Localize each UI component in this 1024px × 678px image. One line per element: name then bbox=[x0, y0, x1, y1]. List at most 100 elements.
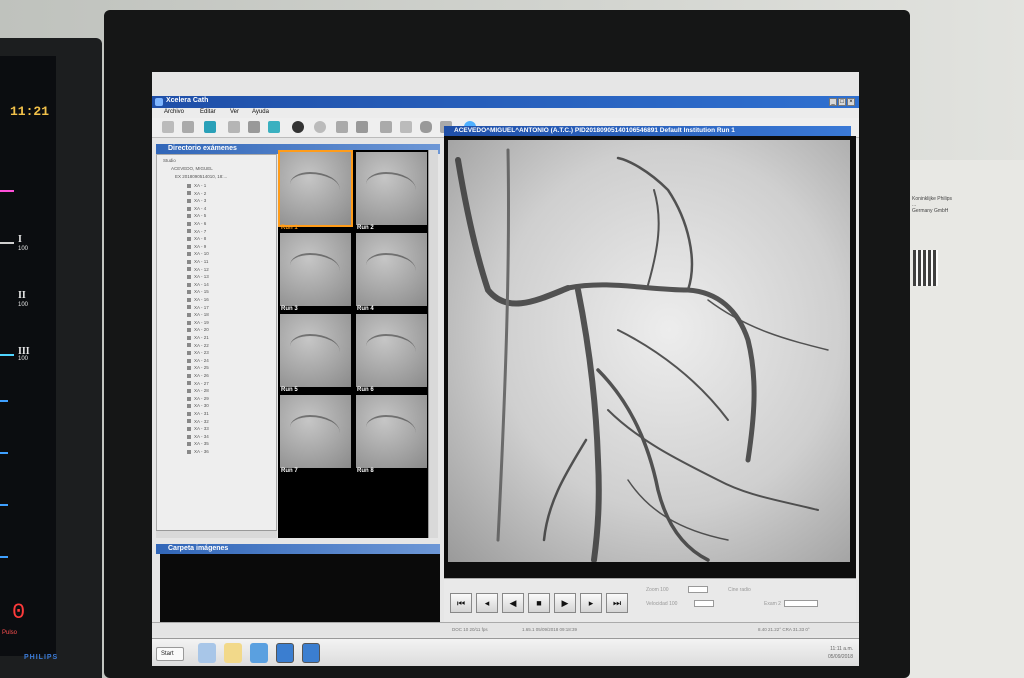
last-frame-button[interactable]: ⏭ bbox=[606, 593, 628, 613]
tree-series-item[interactable]: XA - 22 bbox=[187, 343, 209, 348]
tree-series-item[interactable]: XA - 10 bbox=[187, 251, 209, 256]
tree-series-item[interactable]: XA - 36 bbox=[187, 449, 209, 454]
save-icon[interactable] bbox=[182, 121, 194, 133]
roi-icon[interactable] bbox=[420, 121, 432, 133]
tree-series-item[interactable]: XA - 4 bbox=[187, 206, 206, 211]
run-thumbnail[interactable] bbox=[356, 395, 427, 468]
run-thumbnails: Run 1 Run 2 Run 3 Run 4 Run 5 Run 6 Run 7 Run 8 bbox=[278, 150, 432, 538]
print-icon[interactable] bbox=[248, 121, 260, 133]
maximize-icon[interactable]: □ bbox=[838, 98, 846, 106]
tree-series-item[interactable]: XA - 24 bbox=[187, 358, 209, 363]
play-button[interactable]: ▶ bbox=[554, 593, 576, 613]
tree-patient[interactable]: ACEVEDO, MIGUEL bbox=[171, 166, 213, 171]
zoom-slider[interactable] bbox=[688, 586, 708, 593]
menu-ayuda[interactable]: Ayuda bbox=[252, 109, 269, 115]
tree-series-item[interactable]: XA - 23 bbox=[187, 350, 209, 355]
status-left: DOC 10 20/11 fps bbox=[452, 627, 488, 632]
tree-series-item[interactable]: XA - 20 bbox=[187, 327, 209, 332]
thumbnail-scrollbar[interactable] bbox=[428, 150, 438, 538]
measure-icon[interactable] bbox=[356, 121, 368, 133]
play-reverse-button[interactable]: ◀ bbox=[502, 593, 524, 613]
speed-slider[interactable] bbox=[694, 600, 714, 607]
tree-series-item[interactable]: XA - 17 bbox=[187, 305, 209, 310]
run-thumbnail[interactable] bbox=[280, 233, 351, 306]
tree-series-item[interactable]: XA - 9 bbox=[187, 244, 206, 249]
tree-series-item[interactable]: XA - 33 bbox=[187, 426, 209, 431]
tree-series-item[interactable]: XA - 21 bbox=[187, 335, 209, 340]
tree-series-item[interactable]: XA - 26 bbox=[187, 373, 209, 378]
run-label: Run 3 bbox=[281, 306, 298, 312]
tree-series-item[interactable]: XA - 5 bbox=[187, 213, 206, 218]
tree-series-item[interactable]: XA - 34 bbox=[187, 434, 209, 439]
menu-editar[interactable]: Editar bbox=[200, 109, 216, 115]
tree-series-item[interactable]: XA - 25 bbox=[187, 365, 209, 370]
window-level-icon[interactable] bbox=[314, 121, 326, 133]
cut-icon[interactable] bbox=[162, 121, 174, 133]
run-thumbnail[interactable] bbox=[278, 150, 353, 227]
tree-series-item[interactable]: XA - 19 bbox=[187, 320, 209, 325]
tree-series-item[interactable]: XA - 30 bbox=[187, 403, 209, 408]
series-icon bbox=[187, 328, 191, 333]
document-icon[interactable] bbox=[336, 121, 348, 133]
taskbar-app-icon[interactable] bbox=[250, 643, 268, 663]
taskbar-folder-icon[interactable] bbox=[224, 643, 242, 663]
taskbar-xcelera-icon[interactable] bbox=[276, 643, 294, 663]
frame-slider[interactable] bbox=[784, 600, 818, 607]
tree-series-item[interactable]: XA - 13 bbox=[187, 274, 209, 279]
tree-series-label: XA - 8 bbox=[194, 236, 207, 242]
tree-series-item[interactable]: XA - 6 bbox=[187, 221, 206, 226]
tree-series-label: XA - 33 bbox=[194, 426, 209, 432]
tree-series-item[interactable]: XA - 18 bbox=[187, 312, 209, 317]
scale-tick bbox=[0, 452, 8, 454]
first-frame-button[interactable]: ⏮ bbox=[450, 593, 472, 613]
step-back-button[interactable]: ◂ bbox=[476, 593, 498, 613]
tree-series-item[interactable]: XA - 12 bbox=[187, 267, 209, 272]
run-thumbnail[interactable] bbox=[280, 314, 351, 387]
taskbar-xcelera-icon[interactable] bbox=[302, 643, 320, 663]
tree-series-item[interactable]: XA - 32 bbox=[187, 419, 209, 424]
tree-series-item[interactable]: XA - 7 bbox=[187, 229, 206, 234]
tree-series-item[interactable]: XA - 1 bbox=[187, 183, 206, 188]
run-thumbnail[interactable] bbox=[280, 395, 351, 468]
tree-series-item[interactable]: XA - 14 bbox=[187, 282, 209, 287]
tray-clock[interactable]: 11:11 a.m. bbox=[830, 646, 853, 652]
tree-series-item[interactable]: XA - 8 bbox=[187, 236, 206, 241]
menu-archivo[interactable]: Archivo bbox=[164, 109, 184, 115]
export-icon[interactable] bbox=[268, 121, 280, 133]
tree-series-item[interactable]: XA - 15 bbox=[187, 289, 209, 294]
step-forward-button[interactable]: ▸ bbox=[580, 593, 602, 613]
tree-series-item[interactable]: XA - 2 bbox=[187, 191, 206, 196]
run-thumbnail[interactable] bbox=[356, 314, 427, 387]
tree-series-item[interactable]: XA - 27 bbox=[187, 381, 209, 386]
close-icon[interactable]: × bbox=[847, 98, 855, 106]
tree-series-item[interactable]: XA - 35 bbox=[187, 441, 209, 446]
contrast-icon[interactable] bbox=[292, 121, 304, 133]
tree-series-item[interactable]: XA - 29 bbox=[187, 396, 209, 401]
window-titlebar[interactable]: Xcelera Cath _ □ × bbox=[152, 96, 859, 108]
tree-series-item[interactable]: XA - 3 bbox=[187, 198, 206, 203]
tree-series-item[interactable]: XA - 16 bbox=[187, 297, 209, 302]
run-thumbnail[interactable] bbox=[356, 152, 427, 225]
menu-ver[interactable]: Ver bbox=[230, 109, 239, 115]
copy-icon[interactable] bbox=[228, 121, 240, 133]
analysis-icon[interactable] bbox=[380, 121, 392, 133]
minimize-icon[interactable]: _ bbox=[829, 98, 837, 106]
run-thumbnail[interactable] bbox=[356, 233, 427, 306]
series-icon bbox=[187, 411, 191, 416]
network-icon[interactable] bbox=[204, 121, 216, 133]
tree-horizontal-scrollbar[interactable] bbox=[156, 530, 277, 538]
image-viewer[interactable] bbox=[444, 136, 856, 578]
exam-tree[interactable]: Studio ACEVEDO, MIGUEL EX 2018090514010,… bbox=[156, 154, 277, 538]
thumbnail-vessel bbox=[290, 172, 340, 202]
angiogram-vessels bbox=[455, 148, 829, 562]
tree-series-item[interactable]: XA - 11 bbox=[187, 259, 208, 264]
tree-root[interactable]: Studio bbox=[163, 158, 176, 163]
tree-study[interactable]: EX 2018090514010, 18:... bbox=[175, 174, 227, 179]
stop-button[interactable]: ■ bbox=[528, 593, 550, 613]
angle-icon[interactable] bbox=[400, 121, 412, 133]
taskbar-app-icon[interactable] bbox=[198, 643, 216, 663]
series-icon bbox=[187, 389, 191, 393]
start-button[interactable]: Start bbox=[156, 647, 184, 661]
tree-series-item[interactable]: XA - 31 bbox=[187, 411, 209, 416]
tree-series-item[interactable]: XA - 28 bbox=[187, 388, 209, 393]
